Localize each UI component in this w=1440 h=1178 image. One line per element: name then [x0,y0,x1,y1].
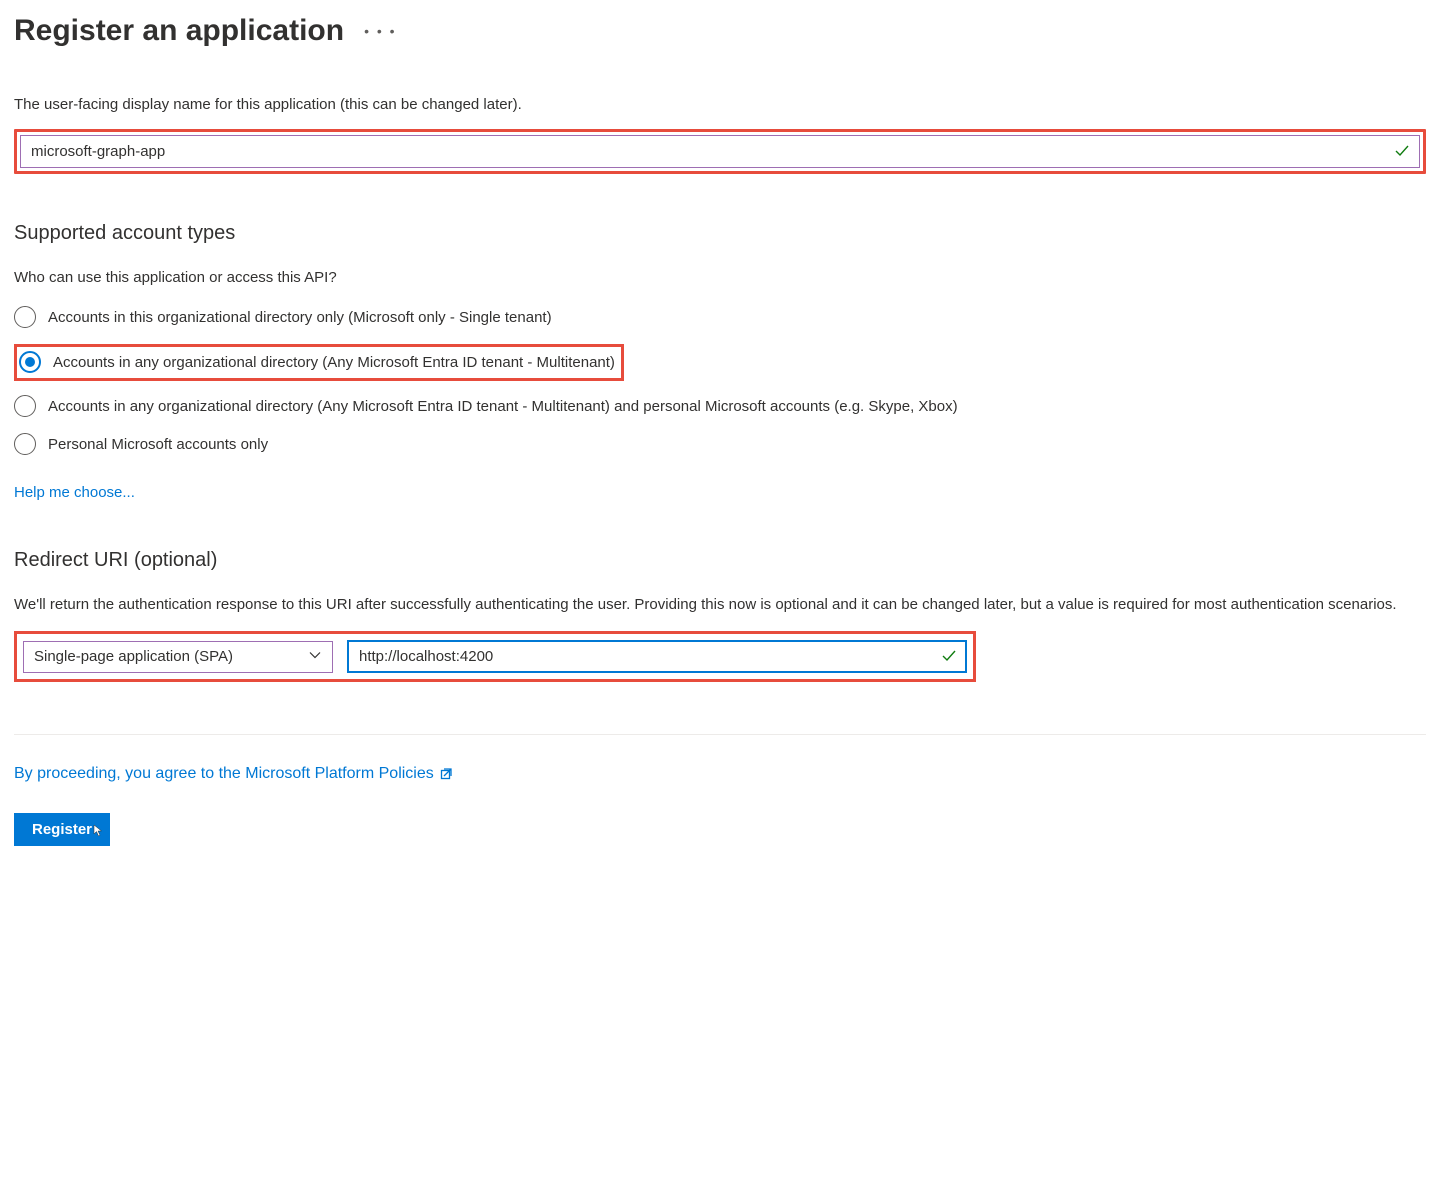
platform-policies-link[interactable]: By proceeding, you agree to the Microsof… [14,765,434,783]
radio-label: Accounts in any organizational directory… [53,351,615,375]
name-input-wrapper [20,135,1420,168]
external-link-icon [440,766,454,783]
page-header: Register an application • • • [14,14,1426,48]
account-types-subtext: Who can use this application or access t… [14,269,1426,286]
page-title: Register an application [14,14,344,48]
account-types-heading: Supported account types [14,222,1426,245]
radio-option-multitenant-personal[interactable]: Accounts in any organizational directory… [14,395,1426,419]
platform-select-value: Single-page application (SPA) [34,648,233,665]
name-field-label: The user-facing display name for this ap… [14,96,1426,113]
radio-icon [19,351,41,373]
redirect-uri-input[interactable] [347,640,967,673]
redirect-uri-highlight: Single-page application (SPA) [14,631,976,682]
check-icon [1394,142,1410,161]
chevron-down-icon [308,648,322,666]
radio-icon [14,433,36,455]
radio-label: Accounts in this organizational director… [48,306,552,330]
app-name-input[interactable] [20,135,1420,168]
radio-label: Accounts in any organizational directory… [48,395,958,419]
footer-divider [14,734,1426,735]
platform-select[interactable]: Single-page application (SPA) [23,641,333,673]
radio-option-single-tenant[interactable]: Accounts in this organizational director… [14,306,1426,330]
name-input-highlight [14,129,1426,174]
radio-option-personal-only[interactable]: Personal Microsoft accounts only [14,433,1426,457]
uri-input-wrapper [347,640,967,673]
radio-dot-icon [25,357,35,367]
radio-icon [14,395,36,417]
account-types-radio-group: Accounts in this organizational director… [14,306,1426,456]
register-button[interactable]: Register [14,813,110,846]
redirect-uri-description: We'll return the authentication response… [14,596,1426,613]
radio-icon [14,306,36,328]
cursor-icon [93,824,104,841]
agreement-row: By proceeding, you agree to the Microsof… [14,765,1426,783]
help-me-choose-link[interactable]: Help me choose... [14,484,135,501]
check-icon [941,647,957,666]
register-button-label: Register [32,821,92,838]
more-icon[interactable]: • • • [364,23,396,39]
radio-option-multitenant[interactable]: Accounts in any organizational directory… [14,344,624,382]
radio-label: Personal Microsoft accounts only [48,433,268,457]
redirect-uri-heading: Redirect URI (optional) [14,549,1426,572]
